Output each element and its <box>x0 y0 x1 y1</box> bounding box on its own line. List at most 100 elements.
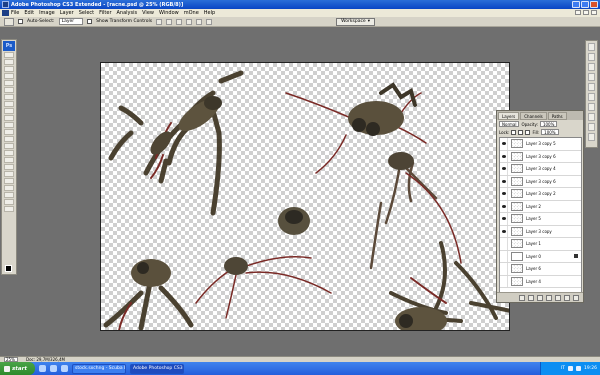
add-mask-icon[interactable] <box>537 294 543 301</box>
menu-window[interactable]: Window <box>159 10 179 16</box>
clone-stamp-tool-icon[interactable] <box>4 108 14 114</box>
layer-row[interactable]: Layer 3 copy 6 <box>500 175 581 188</box>
layer-row[interactable]: Layer 3 copy <box>500 225 581 238</box>
pen-tool-icon[interactable] <box>4 150 14 156</box>
navigator-panel-icon[interactable] <box>588 43 595 51</box>
lock-transparency-button[interactable] <box>511 129 517 135</box>
trash-icon[interactable] <box>573 294 579 301</box>
opacity-field[interactable]: 100% <box>539 121 558 127</box>
eye-icon[interactable] <box>500 150 508 162</box>
layer-row[interactable]: Layer 3 copy 5 <box>500 138 581 151</box>
move-tool-icon[interactable] <box>4 52 14 58</box>
brush-tool-icon[interactable] <box>4 101 14 107</box>
blend-mode-dropdown[interactable]: Normal <box>499 121 520 127</box>
history-panel-icon[interactable] <box>588 103 595 111</box>
eye-icon[interactable] <box>500 250 508 262</box>
new-layer-icon[interactable] <box>564 294 570 301</box>
align-right-button[interactable] <box>206 18 213 25</box>
link-layers-icon[interactable] <box>519 294 525 301</box>
doc-minimize-button[interactable] <box>575 10 581 15</box>
language-indicator[interactable]: IT <box>561 366 565 371</box>
align-left-button[interactable] <box>186 18 193 25</box>
history-brush-tool-icon[interactable] <box>4 115 14 121</box>
menu-analysis[interactable]: Analysis <box>117 10 138 16</box>
layer-row[interactable]: Layer 3 copy 4 <box>500 163 581 176</box>
shape-tool-icon[interactable] <box>4 171 14 177</box>
eye-icon[interactable] <box>500 138 508 150</box>
menu-mone[interactable]: mOne <box>184 10 199 16</box>
zoom-tool-icon[interactable] <box>4 206 14 212</box>
color-panel-icon[interactable] <box>588 73 595 81</box>
maximize-button[interactable] <box>581 1 589 8</box>
doc-restore-button[interactable] <box>583 10 589 15</box>
new-group-icon[interactable] <box>555 294 561 301</box>
eraser-tool-icon[interactable] <box>4 122 14 128</box>
menu-filter[interactable]: Filter <box>99 10 111 16</box>
notes-tool-icon[interactable] <box>4 185 14 191</box>
layer-style-icon[interactable] <box>528 294 534 301</box>
eye-icon[interactable] <box>500 175 508 187</box>
foreground-color-swatch[interactable] <box>5 265 12 272</box>
eye-icon[interactable] <box>500 188 508 200</box>
eye-icon[interactable] <box>500 263 508 275</box>
auto-select-dropdown[interactable]: Layer <box>58 18 84 25</box>
menu-help[interactable]: Help <box>204 10 215 16</box>
menu-file[interactable]: File <box>11 10 19 16</box>
eye-icon[interactable] <box>500 225 508 237</box>
swatches-panel-icon[interactable] <box>588 83 595 91</box>
path-selection-tool-icon[interactable] <box>4 164 14 170</box>
layer-row[interactable]: Layer 0 <box>500 250 581 263</box>
align-bottom-button[interactable] <box>176 18 183 25</box>
hand-tool-icon[interactable] <box>4 199 14 205</box>
quick-launch-ie-icon[interactable] <box>38 365 46 372</box>
magic-wand-tool-icon[interactable] <box>4 73 14 79</box>
eye-icon[interactable] <box>500 163 508 175</box>
fill-field[interactable]: 100% <box>541 129 559 135</box>
tool-preset-picker[interactable] <box>4 17 14 26</box>
layer-row[interactable]: Layer 3 copy 2 <box>500 188 581 201</box>
align-top-button[interactable] <box>156 18 163 25</box>
quick-launch-desktop-icon[interactable] <box>49 365 57 372</box>
menu-view[interactable]: View <box>142 10 154 16</box>
show-transform-checkbox[interactable] <box>87 19 93 24</box>
eye-icon[interactable] <box>500 238 508 250</box>
layer-row[interactable]: Layer 6 <box>500 263 581 276</box>
close-button[interactable] <box>590 1 598 8</box>
lasso-tool-icon[interactable] <box>4 66 14 72</box>
tab-channels[interactable]: Channels <box>520 112 547 120</box>
eyedropper-tool-icon[interactable] <box>4 192 14 198</box>
adjustment-layer-icon[interactable] <box>546 294 552 301</box>
network-icon[interactable] <box>568 366 574 371</box>
histogram-panel-icon[interactable] <box>588 53 595 61</box>
taskbar-item-photoshop[interactable]: Adobe Photoshop CS3... <box>129 363 184 374</box>
minimize-button[interactable] <box>572 1 580 8</box>
info-panel-icon[interactable] <box>588 63 595 71</box>
menu-edit[interactable]: Edit <box>24 10 34 16</box>
3d-tool-icon[interactable] <box>4 178 14 184</box>
doc-close-button[interactable] <box>591 10 597 15</box>
marquee-tool-icon[interactable] <box>4 59 14 65</box>
eye-icon[interactable] <box>500 200 508 212</box>
type-tool-icon[interactable] <box>4 157 14 163</box>
eye-icon[interactable] <box>500 275 508 287</box>
lock-position-button[interactable] <box>525 129 531 135</box>
brushes-panel-icon[interactable] <box>588 123 595 131</box>
tab-paths[interactable]: Paths <box>547 112 567 120</box>
tab-layers[interactable]: Layers <box>498 112 520 120</box>
tool-presets-panel-icon[interactable] <box>588 133 595 141</box>
document-canvas[interactable] <box>100 62 510 331</box>
crop-tool-icon[interactable] <box>4 80 14 86</box>
start-button[interactable]: start <box>0 362 35 375</box>
layer-row[interactable]: Layer 4 <box>500 275 581 288</box>
layer-row[interactable]: Layer 3 copy 6 <box>500 150 581 163</box>
slice-tool-icon[interactable] <box>4 87 14 93</box>
align-middle-button[interactable] <box>166 18 173 25</box>
layer-row[interactable]: Layer 2 <box>500 200 581 213</box>
lock-pixels-button[interactable] <box>518 129 524 135</box>
align-center-button[interactable] <box>196 18 203 25</box>
actions-panel-icon[interactable] <box>588 113 595 121</box>
healing-brush-tool-icon[interactable] <box>4 94 14 100</box>
volume-icon[interactable] <box>576 366 582 371</box>
dodge-tool-icon[interactable] <box>4 143 14 149</box>
layer-row[interactable]: Layer 1 <box>500 238 581 251</box>
